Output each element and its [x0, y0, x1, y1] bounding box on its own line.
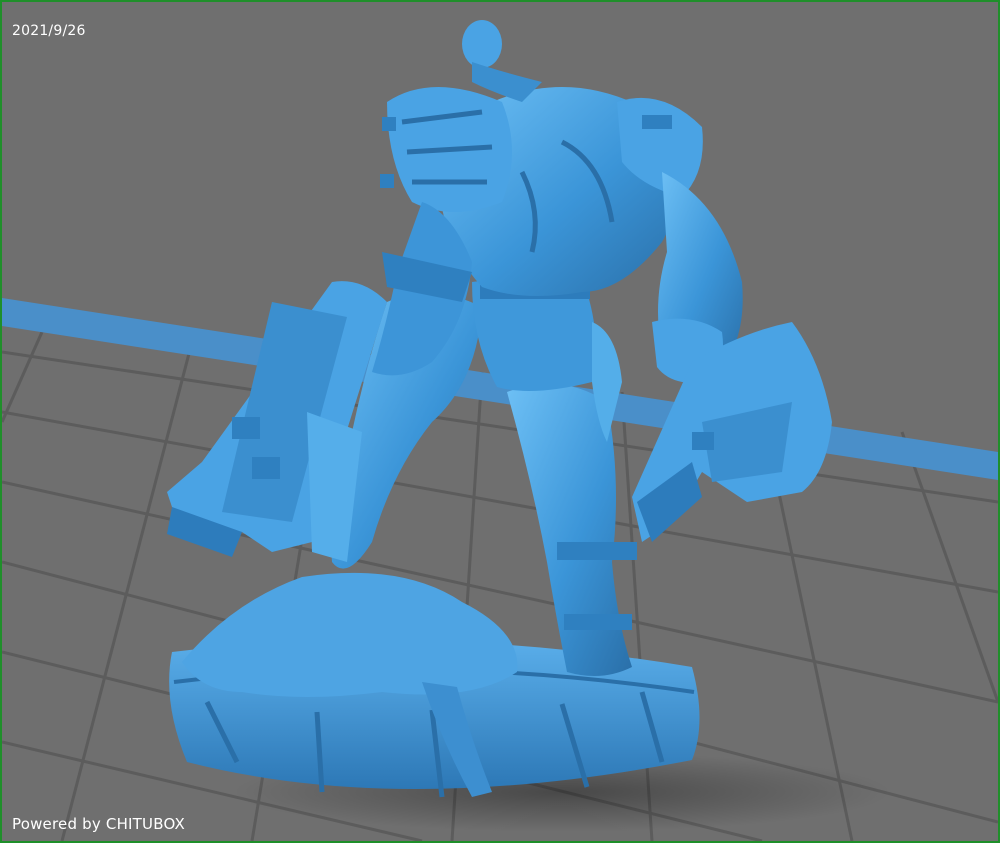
powered-by-label: Powered by CHITUBOX	[12, 815, 185, 833]
model-viewport[interactable]: 2021/9/26 Powered by CHITUBOX	[0, 0, 1000, 843]
date-stamp: 2021/9/26	[12, 23, 86, 39]
figurine-model-icon[interactable]	[167, 20, 832, 798]
3d-scene[interactable]	[2, 2, 998, 841]
